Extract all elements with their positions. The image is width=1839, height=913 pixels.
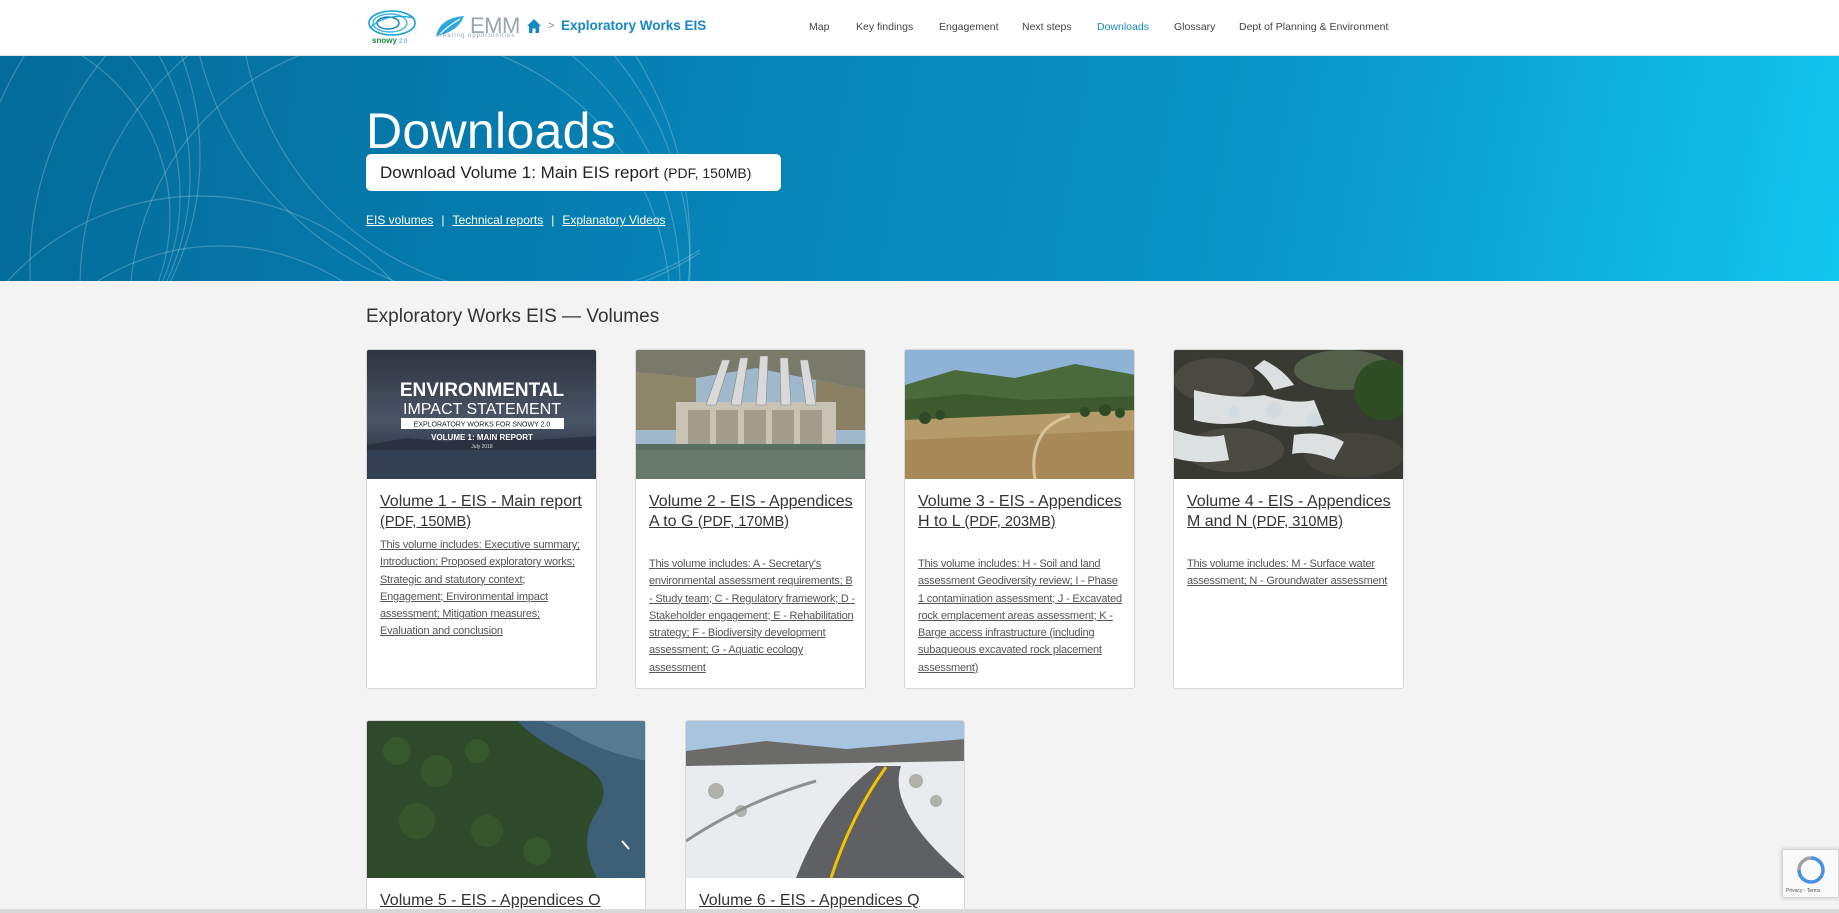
cover-tag: EXPLORATORY WORKS FOR SNOWY 2.0 (414, 422, 551, 429)
nav-next-steps[interactable]: Next steps (1022, 21, 1072, 33)
bottom-border (0, 909, 1839, 913)
hero-banner: Downloads Download Volume 1: Main EIS re… (0, 56, 1839, 281)
volume-file-meta: (PDF, 203MB) (964, 513, 1056, 530)
download-volume1-button[interactable]: Download Volume 1: Main EIS report (PDF,… (366, 154, 781, 191)
volume4-cover-image (1174, 350, 1403, 479)
cover-volume: VOLUME 1: MAIN REPORT (431, 433, 533, 442)
volume6-cover-image (686, 721, 964, 878)
main-nav: Map Key findings Engagement Next steps D… (0, 21, 1839, 37)
river-rapids-photo (1174, 350, 1403, 479)
eis-cover-graphic: ENVIRONMENTAL IMPACT STATEMENT EXPLORATO… (367, 350, 596, 479)
volume-card-1[interactable]: ENVIRONMENTAL IMPACT STATEMENT EXPLORATO… (366, 349, 597, 689)
volume-card-6[interactable]: Volume 6 - EIS - Appendices Q (685, 720, 965, 913)
volume-card-title[interactable]: Volume 2 - EIS - Appendices A to G (PDF,… (649, 492, 854, 532)
link-eis-volumes[interactable]: EIS volumes (366, 213, 433, 227)
site-header: snowy 2.0 EMM creating opportunities > E… (0, 0, 1839, 56)
volume-card-2[interactable]: Volume 2 - EIS - Appendices A to G (PDF,… (635, 349, 866, 689)
power-station-photo (636, 350, 865, 479)
volume-card-title[interactable]: Volume 3 - EIS - Appendices H to L (PDF,… (918, 492, 1123, 532)
volume-card-description[interactable]: This volume includes: H - Soil and land … (918, 556, 1125, 677)
volume-card-description[interactable]: This volume includes: A - Secretary's en… (649, 556, 856, 677)
volume-card-description[interactable]: This volume includes: Executive summary;… (380, 537, 587, 641)
nav-dept-planning[interactable]: Dept of Planning & Environment (1239, 21, 1388, 33)
link-separator: | (551, 213, 555, 227)
section-title: Exploratory Works EIS — Volumes (366, 306, 660, 327)
download-button-meta: (PDF, 150MB) (663, 165, 752, 181)
volume-card-title[interactable]: Volume 1 - EIS - Main report (PDF, 150MB… (380, 492, 585, 532)
nav-map[interactable]: Map (809, 21, 829, 33)
cover-date: July 2018 (471, 444, 493, 450)
download-button-label: Download Volume 1: Main EIS report (380, 163, 659, 182)
volume-title-text: Volume 1 - EIS - Main report (380, 493, 582, 510)
recaptcha-badge[interactable]: Privacy - Terms (1782, 849, 1839, 898)
link-technical-reports[interactable]: Technical reports (452, 213, 543, 227)
volume-card-description[interactable]: This volume includes: M - Surface water … (1187, 556, 1394, 591)
volume-title-text: Volume 6 - EIS - Appendices Q (699, 892, 920, 909)
recaptcha-icon (1797, 856, 1825, 884)
svg-text:snowy: snowy (372, 36, 397, 45)
recaptcha-footer-text[interactable]: Privacy - Terms (1786, 888, 1820, 894)
volume1-cover-image: ENVIRONMENTAL IMPACT STATEMENT EXPLORATO… (367, 350, 596, 479)
volume-card-title[interactable]: Volume 4 - EIS - Appendices M and N (PDF… (1187, 492, 1392, 532)
nav-key-findings[interactable]: Key findings (856, 21, 913, 33)
reservoir-aerial-photo (367, 721, 645, 878)
nav-engagement[interactable]: Engagement (939, 21, 999, 33)
volume-file-meta: (PDF, 150MB) (380, 513, 472, 530)
svg-text:2.0: 2.0 (399, 39, 408, 45)
volume-card-3[interactable]: Volume 3 - EIS - Appendices H to L (PDF,… (904, 349, 1135, 689)
link-separator: | (441, 213, 445, 227)
link-explanatory-videos[interactable]: Explanatory Videos (562, 213, 665, 227)
volume-card-4[interactable]: Volume 4 - EIS - Appendices M and N (PDF… (1173, 349, 1404, 689)
valley-photo (905, 350, 1134, 479)
volume5-cover-image (367, 721, 645, 878)
volume3-cover-image (905, 350, 1134, 479)
volume-card-title[interactable]: Volume 6 - EIS - Appendices Q (699, 891, 959, 911)
nav-glossary[interactable]: Glossary (1174, 21, 1215, 33)
volume-file-meta: (PDF, 170MB) (697, 513, 789, 530)
cover-subheading: IMPACT STATEMENT (403, 401, 561, 418)
snowy-road-photo (686, 721, 964, 878)
volume2-cover-image (636, 350, 865, 479)
volume-card-5[interactable]: Volume 5 - EIS - Appendices O (366, 720, 646, 913)
volume-title-text: Volume 5 - EIS - Appendices O (380, 892, 601, 909)
nav-downloads[interactable]: Downloads (1097, 21, 1149, 33)
section-jump-links: EIS volumes | Technical reports | Explanator… (366, 213, 666, 227)
volume-card-title[interactable]: Volume 5 - EIS - Appendices O (380, 891, 640, 911)
page-title: Downloads (366, 103, 617, 159)
cover-heading: ENVIRONMENTAL (400, 380, 565, 401)
volume-file-meta: (PDF, 310MB) (1251, 513, 1343, 530)
